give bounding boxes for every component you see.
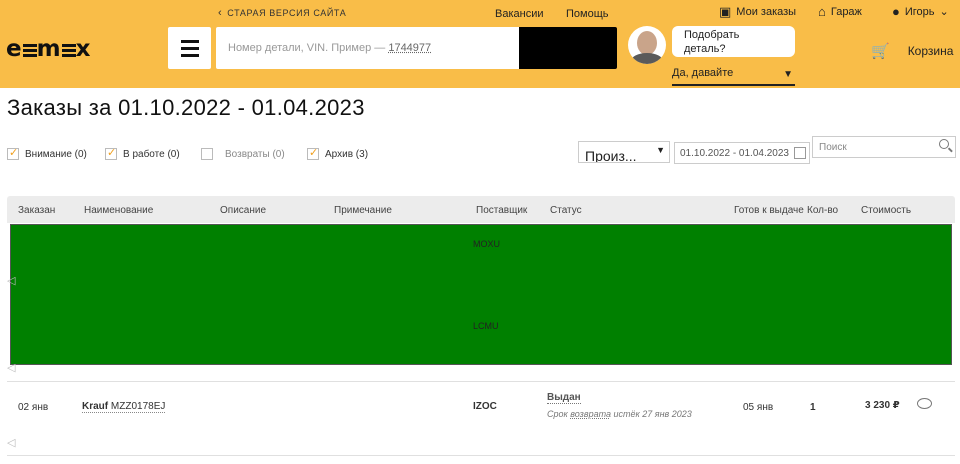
search-button[interactable]: [519, 27, 617, 69]
date-range-input[interactable]: 01.10.2022 - 01.04.2023: [674, 142, 810, 164]
header: ‹ СТАРАЯ ВЕРСИЯ САЙТА Вакансии Помощь ▣ М…: [0, 0, 960, 88]
comment-icon[interactable]: [917, 398, 932, 409]
return-deadline: Срок возврата истёк 27 янв 2023: [547, 409, 692, 419]
table-header: Заказан Наименование Описание Примечание…: [7, 196, 955, 223]
col-status[interactable]: Статус: [550, 205, 582, 216]
box-icon: ▣: [719, 4, 732, 19]
search-icon: [939, 139, 949, 149]
vacancies-link[interactable]: Вакансии: [495, 8, 544, 20]
col-name[interactable]: Наименование: [84, 205, 153, 216]
col-description[interactable]: Описание: [220, 205, 266, 216]
checkbox[interactable]: [7, 146, 19, 160]
my-orders-link[interactable]: ▣ Мои заказы: [719, 4, 796, 20]
hamburger-icon: [180, 39, 199, 43]
megaphone-icon: ◁: [7, 437, 16, 449]
filter-in-work[interactable]: В работе (0): [105, 146, 180, 160]
assistant-avatar: [628, 26, 666, 64]
ready-date: 05 янв: [743, 402, 774, 413]
checkbox[interactable]: [105, 146, 117, 160]
car-icon: ⌂: [818, 4, 826, 19]
return-link[interactable]: возврата: [570, 409, 611, 419]
filter-returns[interactable]: Возвраты (0): [201, 148, 285, 160]
help-link[interactable]: Помощь: [566, 8, 609, 20]
chevron-left-icon: ‹: [218, 7, 223, 19]
price: 3 230 ₽: [865, 400, 900, 411]
search-input[interactable]: Номер детали, VIN. Пример — 1744977: [216, 27, 519, 69]
megaphone-icon: ◁: [7, 362, 16, 374]
col-ordered[interactable]: Заказан: [18, 205, 55, 216]
logo-text: emx: [6, 36, 92, 62]
sort-select[interactable]: Произ... ▼: [578, 141, 670, 163]
chevron-down-icon: ⌄: [939, 6, 949, 18]
part-link[interactable]: Krauf MZZ0178EJ: [82, 401, 166, 413]
col-ready[interactable]: Готов к выдаче: [734, 205, 804, 216]
garage-link[interactable]: ⌂ Гараж: [818, 4, 862, 19]
filter-archive[interactable]: Архив (3): [307, 146, 368, 160]
megaphone-icon: ◁: [7, 275, 16, 287]
filter-attention[interactable]: Внимание (0): [7, 146, 87, 160]
status-badge[interactable]: Выдан: [547, 392, 581, 404]
checkbox[interactable]: [201, 148, 213, 160]
row-divider: [7, 455, 955, 456]
supplier-label: MOXU: [473, 239, 500, 249]
checkbox[interactable]: [307, 146, 319, 160]
supplier-label: LCMU: [473, 321, 499, 331]
page-title: Заказы за 01.10.2022 - 01.04.2023: [7, 95, 365, 120]
col-note[interactable]: Примечание: [334, 205, 392, 216]
user-icon: ●: [892, 4, 900, 19]
col-supplier[interactable]: Поставщик: [476, 205, 527, 216]
old-site-link[interactable]: ‹ СТАРАЯ ВЕРСИЯ САЙТА: [218, 7, 346, 19]
logo[interactable]: emx: [6, 36, 91, 62]
user-menu[interactable]: ● Игорь ⌄: [892, 4, 949, 19]
cart-icon: 🛒: [871, 43, 890, 60]
row-divider: [7, 381, 955, 382]
assistant-answer-dropdown[interactable]: Да, давайте ▼: [672, 67, 795, 86]
assistant-bubble: Подобрать деталь?: [672, 26, 795, 57]
triangle-down-icon: ▼: [656, 145, 665, 155]
supplier: IZOC: [473, 401, 497, 412]
order-date: 02 янв: [18, 402, 49, 413]
col-qty[interactable]: Кол-во: [807, 205, 838, 216]
calendar-icon: [794, 147, 806, 159]
orders-search-input[interactable]: Поиск: [812, 136, 956, 158]
col-price[interactable]: Стоимость: [861, 205, 911, 216]
quantity: 1: [810, 402, 816, 413]
menu-button[interactable]: [168, 27, 211, 69]
cart-link[interactable]: 🛒 Корзина: [871, 42, 953, 60]
redacted-block: MOXU LCMU: [10, 224, 952, 365]
triangle-down-icon: ▼: [783, 69, 793, 80]
